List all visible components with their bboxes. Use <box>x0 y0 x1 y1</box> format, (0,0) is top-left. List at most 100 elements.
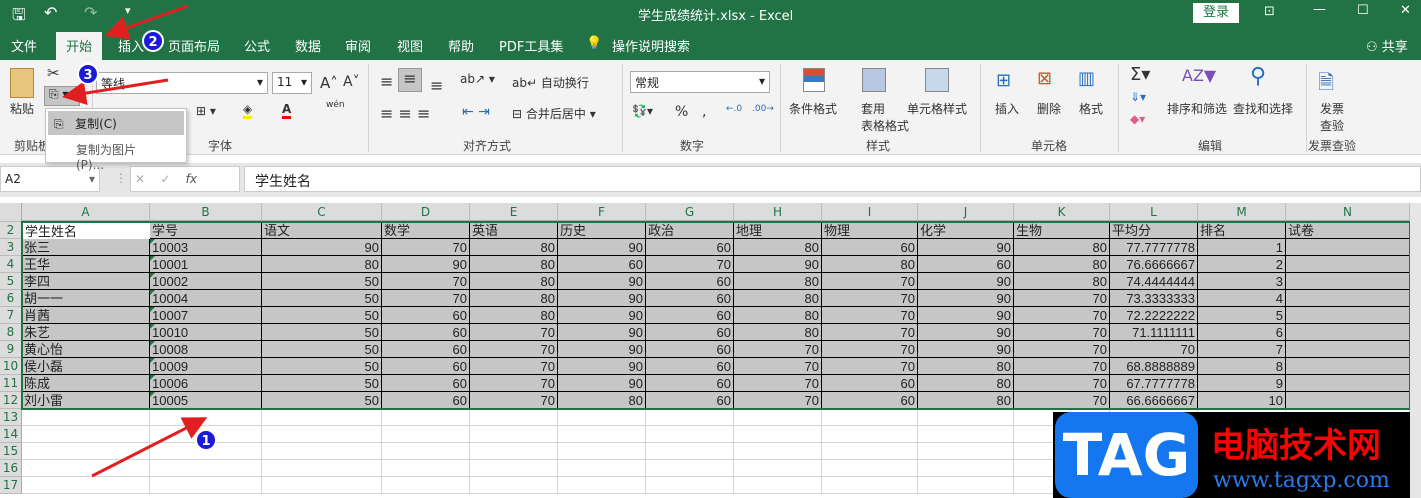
table-cell[interactable]: 80 <box>470 256 558 273</box>
find-select-button[interactable]: 查找和选择 <box>1233 100 1293 117</box>
table-cell[interactable]: 朱艺 <box>22 324 150 341</box>
increase-font-icon[interactable]: A˄ <box>320 74 338 92</box>
table-cell[interactable]: 90 <box>558 290 646 307</box>
table-cell[interactable]: 60 <box>822 239 918 256</box>
row-header-13[interactable]: 13 <box>0 409 22 426</box>
header-cell[interactable]: 化学 <box>918 222 1014 239</box>
row-header-14[interactable]: 14 <box>0 426 22 443</box>
empty-cell[interactable] <box>470 443 558 460</box>
paste-button[interactable]: 粘贴 <box>10 100 34 117</box>
empty-cell[interactable] <box>918 460 1014 477</box>
column-header-E[interactable]: E <box>470 203 558 221</box>
table-cell[interactable] <box>1286 290 1410 307</box>
table-cell[interactable]: 侯小磊 <box>22 358 150 375</box>
function-icon[interactable]: fx <box>186 172 197 186</box>
merge-center-button[interactable]: ⊟ 合并后居中 ▾ <box>512 105 596 122</box>
table-cell[interactable]: 70 <box>470 358 558 375</box>
row-header-6[interactable]: 6 <box>0 290 22 307</box>
header-cell[interactable]: 排名 <box>1198 222 1286 239</box>
ribbon-display-icon[interactable]: ⊡ <box>1264 4 1275 19</box>
header-cell[interactable]: 英语 <box>470 222 558 239</box>
align-top-icon[interactable]: ≡ <box>380 72 393 91</box>
empty-cell[interactable] <box>22 460 150 477</box>
column-header-L[interactable]: L <box>1110 203 1198 221</box>
table-cell[interactable]: 10001 <box>150 256 262 273</box>
empty-cell[interactable] <box>150 460 262 477</box>
header-cell[interactable]: 生物 <box>1014 222 1110 239</box>
table-cell[interactable]: 70 <box>1014 324 1110 341</box>
table-cell[interactable]: 80 <box>470 239 558 256</box>
table-cell[interactable]: 80 <box>918 375 1014 392</box>
tab-home[interactable]: 开始 <box>56 32 103 60</box>
table-cell[interactable]: 50 <box>262 392 382 409</box>
header-cell[interactable]: 物理 <box>822 222 918 239</box>
table-cell[interactable]: 70 <box>382 273 470 290</box>
table-cell[interactable]: 8 <box>1198 358 1286 375</box>
header-cell[interactable]: 政治 <box>646 222 734 239</box>
table-cell[interactable] <box>1286 341 1410 358</box>
column-header-H[interactable]: H <box>734 203 822 221</box>
table-cell[interactable]: 80 <box>918 358 1014 375</box>
table-cell[interactable]: 70 <box>734 341 822 358</box>
empty-cell[interactable] <box>558 426 646 443</box>
table-cell[interactable]: 70 <box>646 256 734 273</box>
table-cell[interactable]: 10 <box>1198 392 1286 409</box>
tab-view[interactable]: 视图 <box>397 36 423 55</box>
conditional-format-button[interactable]: 条件格式 <box>789 100 837 117</box>
empty-cell[interactable] <box>382 426 470 443</box>
table-cell[interactable]: 66.6666667 <box>1110 392 1198 409</box>
table-cell[interactable]: 76.6666667 <box>1110 256 1198 273</box>
indent-icon[interactable]: ⇤ ⇥ <box>462 104 490 120</box>
table-cell[interactable]: 90 <box>558 324 646 341</box>
format-cells-button[interactable]: 格式 <box>1079 100 1103 117</box>
empty-cell[interactable] <box>22 426 150 443</box>
empty-cell[interactable] <box>918 426 1014 443</box>
tab-data[interactable]: 数据 <box>295 36 321 55</box>
table-cell[interactable]: 9 <box>1198 375 1286 392</box>
table-cell[interactable]: 80 <box>470 273 558 290</box>
table-cell[interactable]: 70 <box>822 273 918 290</box>
table-cell[interactable]: 50 <box>262 375 382 392</box>
table-cell[interactable]: 70 <box>1014 375 1110 392</box>
table-cell[interactable]: 70 <box>1014 290 1110 307</box>
increase-decimal-icon[interactable]: ←.0 <box>726 104 742 114</box>
accounting-format-icon[interactable]: 💱▾ <box>632 104 653 118</box>
tab-file[interactable]: 文件 <box>11 36 37 55</box>
empty-cell[interactable] <box>822 477 918 494</box>
empty-cell[interactable] <box>558 477 646 494</box>
table-cell[interactable]: 70 <box>822 324 918 341</box>
table-cell[interactable]: 80 <box>1014 273 1110 290</box>
undo-icon[interactable]: ↶ <box>44 3 57 22</box>
table-cell[interactable]: 77.7777778 <box>1110 239 1198 256</box>
table-cell[interactable]: 60 <box>646 307 734 324</box>
table-cell[interactable]: 60 <box>646 290 734 307</box>
row-header-9[interactable]: 9 <box>0 341 22 358</box>
table-cell[interactable]: 50 <box>262 307 382 324</box>
table-cell[interactable]: 71.1111111 <box>1110 324 1198 341</box>
row-header-4[interactable]: 4 <box>0 256 22 273</box>
table-cell[interactable] <box>1286 375 1410 392</box>
header-cell[interactable]: 平均分 <box>1110 222 1198 239</box>
tab-help[interactable]: 帮助 <box>448 36 474 55</box>
table-cell[interactable]: 60 <box>646 239 734 256</box>
empty-cell[interactable] <box>262 460 382 477</box>
tab-formulas[interactable]: 公式 <box>244 36 270 55</box>
align-bottom-icon[interactable]: ≡ <box>430 76 443 95</box>
table-cell[interactable]: 10003 <box>150 239 262 256</box>
table-cell[interactable]: 刘小雷 <box>22 392 150 409</box>
table-cell[interactable]: 10002 <box>150 273 262 290</box>
table-cell[interactable]: 胡一一 <box>22 290 150 307</box>
table-cell[interactable]: 60 <box>382 375 470 392</box>
sort-filter-button[interactable]: 排序和筛选 <box>1167 100 1227 117</box>
fill-color-icon[interactable]: ◈ <box>243 102 253 119</box>
column-header-J[interactable]: J <box>918 203 1014 221</box>
redo-icon[interactable]: ↷ <box>84 3 97 22</box>
table-cell[interactable]: 80 <box>734 239 822 256</box>
empty-cell[interactable] <box>470 460 558 477</box>
table-cell[interactable]: 70 <box>822 341 918 358</box>
column-header-B[interactable]: B <box>150 203 262 221</box>
table-cell[interactable]: 70 <box>470 392 558 409</box>
table-cell[interactable]: 90 <box>734 256 822 273</box>
column-header-F[interactable]: F <box>558 203 646 221</box>
table-cell[interactable]: 80 <box>734 273 822 290</box>
